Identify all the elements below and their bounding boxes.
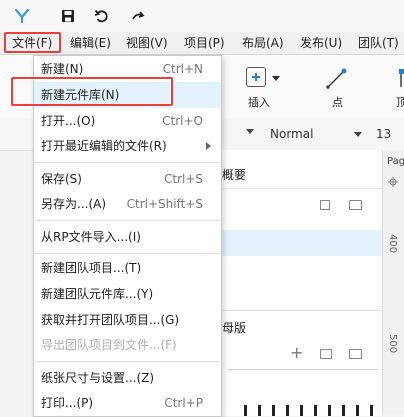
new-library-highlight-box <box>11 77 173 106</box>
insert-label: 插入 <box>248 96 270 109</box>
menu-item-shortcut: Ctrl+P <box>164 396 203 410</box>
submenu-arrow-icon <box>206 142 211 150</box>
top-tool-icon[interactable] <box>396 67 404 89</box>
top-label-partial: 顶 <box>396 96 404 109</box>
menu-item-label: 新建团队项目...(T) <box>41 261 142 275</box>
search-underline <box>228 369 378 370</box>
menu-separator <box>35 253 220 254</box>
masters-title: 母版 <box>222 321 247 335</box>
menu-item-label: 另存为...(A) <box>41 197 107 211</box>
insert-plus-icon[interactable] <box>246 67 266 87</box>
menu-publish[interactable]: 发布(U) <box>298 32 344 54</box>
menu-layout[interactable]: 布局(A) <box>240 32 286 54</box>
menu-item-open-recent[interactable]: 打开最近编辑的文件(R) <box>34 133 221 159</box>
menu-item-label: 打开...(O) <box>41 114 96 128</box>
menu-item-label: 获取并打开团队项目...(G) <box>41 313 180 327</box>
menu-separator <box>35 162 220 163</box>
menu-item-new-team-project[interactable]: 新建团队项目...(T) <box>34 255 221 281</box>
point-tool-icon[interactable] <box>326 67 348 89</box>
selected-page-row[interactable] <box>220 230 382 256</box>
redo-icon[interactable] <box>128 6 148 26</box>
menu-item-open[interactable]: 打开...(O) Ctrl+O <box>34 108 221 134</box>
menu-item-get-team-project[interactable]: 获取并打开团队项目...(G) <box>34 307 221 333</box>
ruler-mark-400: 400 <box>387 234 398 254</box>
vertical-ruler: Pag 400 500 <box>382 150 404 415</box>
summary-panel: 概要 <box>220 150 382 310</box>
menu-item-paper-size[interactable]: 纸张尺寸与设置...(Z) <box>34 365 221 391</box>
file-menu-highlight-box <box>4 32 61 53</box>
menu-view[interactable]: 视图(V) <box>124 32 170 54</box>
master-folder-icon[interactable] <box>349 349 362 359</box>
font-size-select[interactable]: 13 <box>376 124 391 144</box>
menu-item-label: 纸张尺寸与设置...(Z) <box>41 371 155 385</box>
app-logo-icon <box>12 6 32 26</box>
canvas-content-partial <box>244 405 374 416</box>
folder-icon[interactable] <box>349 200 362 210</box>
style-dropdown-caret-icon[interactable] <box>354 132 362 137</box>
summary-title: 概要 <box>222 168 247 182</box>
menu-item-label: 新建团队元件库...(Y) <box>41 287 154 301</box>
menu-item-label: 保存(S) <box>41 172 82 186</box>
menu-item-shortcut: Ctrl+Shift+S <box>126 197 203 211</box>
menu-item-shortcut: Ctrl+O <box>162 114 203 128</box>
insert-dropdown-caret-icon[interactable] <box>272 76 280 81</box>
add-master-icon[interactable]: + <box>290 345 303 361</box>
menu-edit[interactable]: 编辑(E) <box>68 32 113 54</box>
undo-icon[interactable] <box>92 6 112 26</box>
add-page-icon[interactable] <box>320 200 330 210</box>
menu-item-print[interactable]: 打印...(P) Ctrl+P <box>34 390 221 416</box>
save-icon[interactable] <box>58 6 78 26</box>
menu-project[interactable]: 项目(P) <box>182 32 227 54</box>
menu-separator <box>35 361 220 362</box>
crosshair-icon <box>388 176 398 187</box>
menu-team[interactable]: 团队(T) <box>356 32 401 54</box>
file-menu-dropdown: 新建(N) Ctrl+N 新建元件库(N) 打开...(O) Ctrl+O 打开… <box>33 55 222 417</box>
duplicate-master-icon[interactable] <box>320 349 332 359</box>
point-label: 点 <box>332 96 343 109</box>
menu-item-new-team-library[interactable]: 新建团队元件库...(Y) <box>34 281 221 307</box>
menu-item-import-rp[interactable]: 从RP文件导入...(I) <box>34 224 221 250</box>
summary-divider <box>220 188 382 189</box>
text-style-select[interactable]: Normal <box>270 124 313 144</box>
menu-item-label: 从RP文件导入...(I) <box>41 230 141 244</box>
font-dropdown-caret-icon[interactable] <box>246 129 254 134</box>
page-tab-partial[interactable]: Pag <box>387 156 404 167</box>
menu-item-label: 打印...(P) <box>41 396 94 410</box>
masters-panel: 母版 + <box>220 310 382 416</box>
menu-item-export-team-project: 导出团队项目到文件...(F) <box>34 332 221 358</box>
menu-item-save[interactable]: 保存(S) Ctrl+S <box>34 166 221 192</box>
ruler-mark-500: 500 <box>387 334 398 354</box>
menu-item-label: 打开最近编辑的文件(R) <box>41 139 167 153</box>
menu-item-save-as[interactable]: 另存为...(A) Ctrl+Shift+S <box>34 191 221 217</box>
menu-item-shortcut: Ctrl+S <box>163 172 203 186</box>
menu-item-label: 导出团队项目到文件...(F) <box>41 338 177 352</box>
menu-separator <box>35 220 220 221</box>
quick-access-bar <box>0 0 404 32</box>
